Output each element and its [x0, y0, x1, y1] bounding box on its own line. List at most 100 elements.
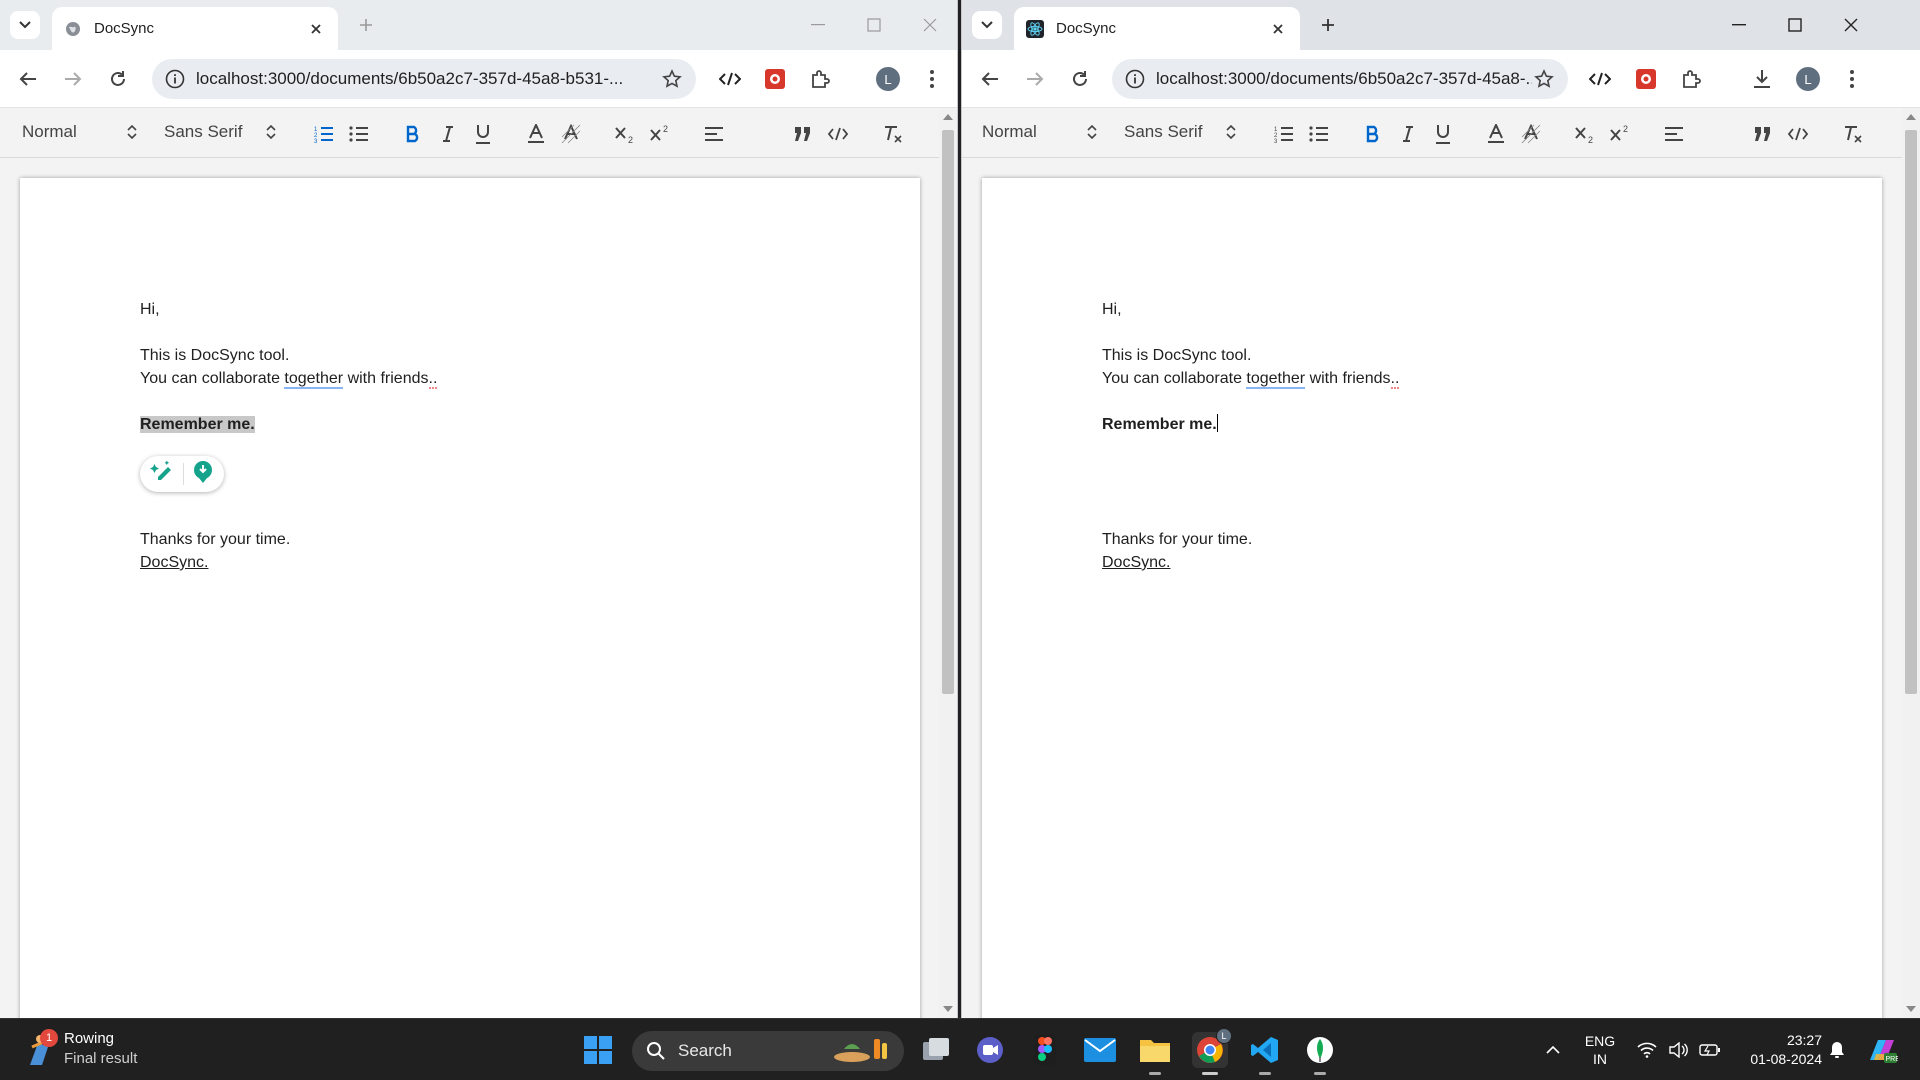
quick-settings-button[interactable]: [1632, 1019, 1726, 1080]
reload-button[interactable]: [1064, 63, 1096, 95]
taskbar-search[interactable]: Search: [632, 1031, 904, 1071]
ordered-list-button[interactable]: 123: [311, 121, 337, 147]
clock[interactable]: 23:27 01-08-2024: [1730, 1019, 1822, 1080]
maximize-button[interactable]: [1767, 0, 1823, 50]
clear-format-button[interactable]: [1840, 121, 1866, 147]
bold-button[interactable]: [1360, 121, 1386, 147]
copilot-button[interactable]: PRE: [1862, 1019, 1902, 1080]
bookmark-star-icon[interactable]: [1532, 67, 1556, 91]
grammar-assistant-icon[interactable]: [191, 460, 215, 489]
reload-button[interactable]: [102, 63, 134, 95]
notifications-button[interactable]: [1822, 1019, 1852, 1080]
address-bar[interactable]: localhost:3000/documents/6b50a2c7-357d-4…: [1112, 59, 1568, 99]
extensions-button[interactable]: [804, 63, 836, 95]
text-color-button[interactable]: [1483, 121, 1509, 147]
profile-button[interactable]: L: [872, 63, 904, 95]
devtools-extension-button[interactable]: [714, 63, 746, 95]
forward-button[interactable]: [1019, 63, 1051, 95]
spelling-flagged-dots[interactable]: ..: [428, 370, 438, 389]
superscript-button[interactable]: 2: [647, 121, 673, 147]
close-tab-icon[interactable]: [306, 19, 326, 39]
background-color-button[interactable]: [558, 121, 584, 147]
teams-app[interactable]: [972, 1032, 1008, 1068]
site-info-icon[interactable]: [164, 68, 186, 90]
scroll-down-arrow-icon[interactable]: [1906, 1004, 1916, 1014]
underline-button[interactable]: [1430, 121, 1456, 147]
rewrite-pen-icon[interactable]: [149, 459, 176, 490]
scroll-up-arrow-icon[interactable]: [1906, 112, 1916, 122]
font-select[interactable]: Sans Serif: [1124, 122, 1237, 142]
red-extension-button[interactable]: [759, 63, 791, 95]
mail-app[interactable]: [1082, 1032, 1118, 1068]
back-button[interactable]: [974, 63, 1006, 95]
heading-select[interactable]: Normal: [982, 122, 1097, 142]
document-content[interactable]: Hi, This is DocSync tool. You can collab…: [140, 298, 438, 574]
scroll-down-arrow-icon[interactable]: [943, 1004, 953, 1014]
maximize-button[interactable]: [846, 0, 902, 50]
document-page[interactable]: Hi, This is DocSync tool. You can collab…: [20, 178, 920, 1018]
signature-link[interactable]: DocSync.: [140, 554, 208, 571]
blockquote-button[interactable]: [790, 121, 816, 147]
downloads-button[interactable]: [1746, 63, 1778, 95]
superscript-button[interactable]: 2: [1607, 121, 1633, 147]
document-page[interactable]: Hi, This is DocSync tool. You can collab…: [982, 178, 1882, 1018]
file-explorer-app[interactable]: [1137, 1032, 1173, 1075]
red-extension-button[interactable]: [1630, 63, 1662, 95]
vertical-scrollbar[interactable]: [1902, 108, 1920, 1018]
show-hidden-icons-button[interactable]: [1536, 1019, 1570, 1080]
document-content[interactable]: Hi, This is DocSync tool. You can collab…: [1102, 298, 1400, 574]
new-tab-button[interactable]: [352, 11, 380, 39]
extensions-button[interactable]: [1675, 63, 1707, 95]
back-button[interactable]: [12, 63, 44, 95]
close-window-button[interactable]: [1823, 0, 1879, 50]
vertical-scrollbar[interactable]: [939, 108, 957, 1018]
underline-button[interactable]: [470, 121, 496, 147]
bullet-list-button[interactable]: [346, 121, 372, 147]
mongodb-compass-app[interactable]: [1302, 1032, 1338, 1075]
font-select[interactable]: Sans Serif: [164, 122, 277, 142]
spelling-flagged-dots[interactable]: ..: [1390, 370, 1400, 389]
subscript-button[interactable]: 2: [1572, 121, 1598, 147]
ordered-list-button[interactable]: 123: [1271, 121, 1297, 147]
language-indicator[interactable]: ENG IN: [1572, 1019, 1628, 1080]
tab-docsync[interactable]: DocSync: [52, 7, 338, 50]
bullet-list-button[interactable]: [1306, 121, 1332, 147]
scroll-up-arrow-icon[interactable]: [943, 112, 953, 122]
grammar-flagged-word[interactable]: together: [1246, 370, 1306, 389]
code-block-button[interactable]: [825, 121, 851, 147]
code-block-button[interactable]: [1785, 121, 1811, 147]
chrome-app[interactable]: L: [1192, 1028, 1232, 1075]
bookmark-star-icon[interactable]: [660, 67, 684, 91]
close-window-button[interactable]: [902, 0, 957, 50]
scrollbar-thumb[interactable]: [942, 130, 954, 694]
heading-select[interactable]: Normal: [22, 122, 137, 142]
devtools-extension-button[interactable]: [1584, 63, 1616, 95]
tab-search-button[interactable]: [972, 11, 1002, 39]
tab-docsync[interactable]: DocSync: [1014, 7, 1300, 50]
address-bar[interactable]: localhost:3000/documents/6b50a2c7-357d-4…: [152, 59, 696, 99]
profile-button[interactable]: L: [1792, 63, 1824, 95]
align-button[interactable]: [701, 121, 727, 147]
site-info-icon[interactable]: [1124, 68, 1146, 90]
chrome-menu-button[interactable]: [1836, 63, 1868, 95]
clear-format-button[interactable]: [880, 121, 906, 147]
vscode-app[interactable]: [1247, 1032, 1283, 1075]
new-tab-button[interactable]: [1314, 11, 1342, 39]
subscript-button[interactable]: 2: [612, 121, 638, 147]
grammar-flagged-word[interactable]: together: [284, 370, 344, 389]
news-widget[interactable]: 1 Rowing Final result: [26, 1029, 137, 1069]
bold-button[interactable]: [400, 121, 426, 147]
tab-search-button[interactable]: [10, 11, 40, 39]
signature-link[interactable]: DocSync.: [1102, 554, 1170, 571]
minimize-button[interactable]: [1711, 0, 1767, 50]
start-button[interactable]: [580, 1032, 616, 1068]
italic-button[interactable]: [1395, 121, 1421, 147]
forward-button[interactable]: [57, 63, 89, 95]
scrollbar-thumb[interactable]: [1905, 130, 1917, 694]
blockquote-button[interactable]: [1750, 121, 1776, 147]
chrome-menu-button[interactable]: [916, 63, 948, 95]
align-button[interactable]: [1661, 121, 1687, 147]
task-view-button[interactable]: [918, 1032, 954, 1068]
close-tab-icon[interactable]: [1268, 19, 1288, 39]
text-color-button[interactable]: [523, 121, 549, 147]
